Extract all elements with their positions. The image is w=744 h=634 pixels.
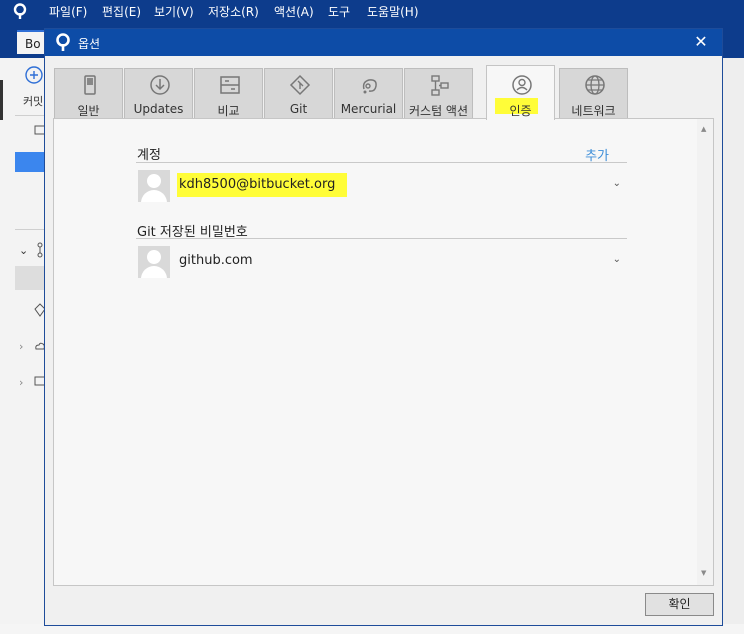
globe-icon: [585, 75, 605, 95]
avatar: [138, 170, 170, 202]
git-icon: [289, 74, 311, 96]
tab-label: Git: [289, 102, 308, 116]
tab-label: Updates: [133, 102, 184, 116]
user-circle-icon: [512, 75, 532, 95]
tab-custom-actions[interactable]: 커스텀 액션: [404, 68, 473, 118]
section-divider: [136, 162, 627, 163]
chevron-down-icon[interactable]: ⌄: [613, 178, 621, 189]
tab-git[interactable]: Git: [264, 68, 333, 118]
saved-password-host: github.com: [179, 253, 253, 268]
tab-label: Mercurial: [340, 102, 397, 116]
accounts-section-title: 계정: [137, 148, 161, 163]
menu-actions[interactable]: 액션(A): [274, 3, 314, 20]
tab-label: 일반: [77, 104, 100, 118]
sidebar-divider-2: [15, 229, 44, 230]
section-divider: [136, 238, 627, 239]
options-tabs: 일반 Updates 비교 Git Mercurial 커스텀 액션 인증 네트…: [54, 65, 674, 120]
scroll-up-icon[interactable]: ▲: [701, 125, 706, 133]
tab-authentication[interactable]: 인증: [486, 65, 555, 120]
tab-label: 네트워크: [571, 104, 616, 118]
dialog-title: 옵션: [78, 37, 101, 51]
tab-compare[interactable]: 비교: [194, 68, 263, 118]
avatar: [138, 246, 170, 278]
sourcetree-logo-icon: [56, 33, 70, 51]
menu-edit[interactable]: 편집(E): [102, 3, 141, 20]
tab-network[interactable]: 네트워크: [559, 68, 628, 118]
menu-file[interactable]: 파일(F): [49, 3, 87, 20]
menu-tools[interactable]: 도구: [328, 3, 350, 20]
close-button[interactable]: ✕: [692, 33, 710, 51]
tab-label: 커스텀 액션: [408, 104, 468, 118]
sidebar-divider: [15, 115, 44, 116]
sourcetree-logo-icon: [13, 3, 27, 19]
repo-tab[interactable]: Bo: [17, 30, 47, 54]
menu-view[interactable]: 보기(V): [154, 3, 194, 20]
collapse-chevron-icon[interactable]: ›: [19, 340, 23, 353]
app-menubar: 파일(F) 편집(E) 보기(V) 저장소(R) 액션(A) 도구 도움말(H): [0, 0, 744, 22]
scroll-down-icon[interactable]: ▼: [701, 569, 706, 577]
sidebar-selected-branch[interactable]: [15, 266, 44, 290]
saved-password-row[interactable]: github.com ⌄: [136, 245, 627, 279]
commit-toolbar-label[interactable]: 커밋: [23, 93, 43, 109]
options-dialog: 옵션 ✕ 일반 Updates 비교 Git Mercurial 커스텀 액션 …: [44, 28, 723, 626]
account-row[interactable]: kdh8500@bitbucket.org ⌄: [136, 169, 627, 203]
authentication-panel: ▲ ▼ 계정 추가 kdh8500@bitbucket.org ⌄ Git 저장…: [53, 118, 714, 586]
ok-button[interactable]: 확인: [645, 593, 714, 616]
expand-chevron-icon[interactable]: ⌄: [19, 244, 28, 257]
custom-action-icon: [431, 75, 449, 96]
tab-mercurial[interactable]: Mercurial: [334, 68, 403, 118]
tab-label: 인증: [509, 104, 532, 118]
vertical-scrollbar[interactable]: ▲ ▼: [697, 119, 713, 585]
account-name: kdh8500@bitbucket.org: [179, 177, 336, 192]
toggle-icon: [84, 75, 96, 95]
dialog-title-bar: 옵션 ✕: [45, 29, 722, 56]
download-icon: [150, 75, 170, 95]
menu-repository[interactable]: 저장소(R): [208, 3, 259, 20]
chevron-down-icon[interactable]: ⌄: [613, 254, 621, 265]
collapse-chevron-icon-2[interactable]: ›: [19, 376, 23, 389]
mercurial-icon: [362, 79, 377, 94]
window-edge: [0, 80, 3, 120]
menu-help[interactable]: 도움말(H): [367, 3, 419, 20]
compare-icon: [220, 76, 240, 94]
tab-general[interactable]: 일반: [54, 68, 123, 118]
sidebar-selected-item[interactable]: [15, 152, 44, 172]
tab-label: 비교: [217, 104, 240, 118]
add-icon[interactable]: [25, 66, 43, 84]
tab-updates[interactable]: Updates: [124, 68, 193, 118]
